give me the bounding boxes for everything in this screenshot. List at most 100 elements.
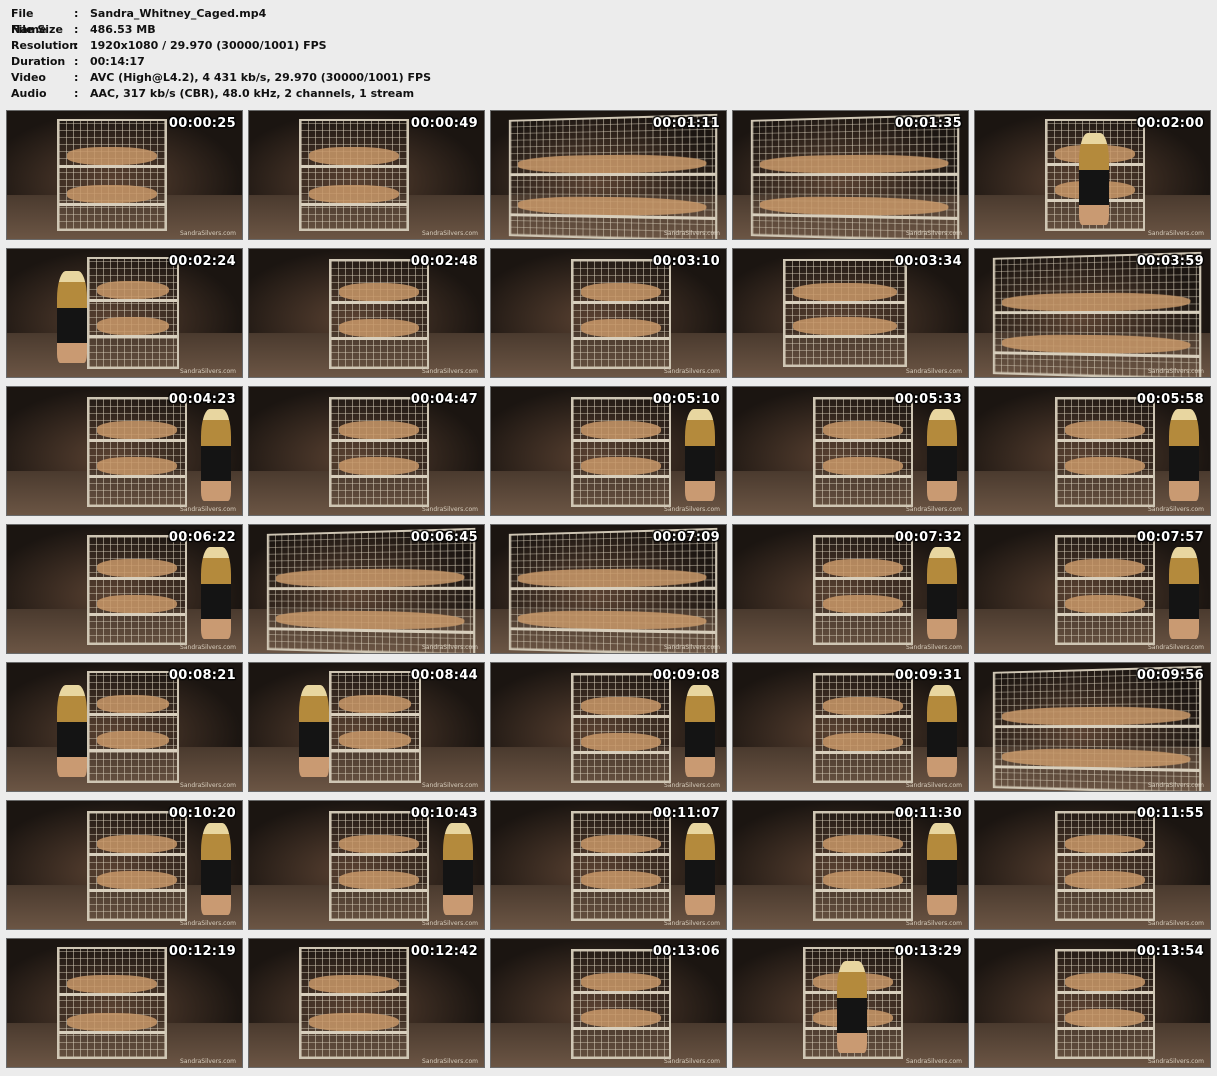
- standing-person: [685, 409, 715, 501]
- info-key: Resolution: [11, 39, 78, 52]
- watermark-text: SandraSilvers.com: [906, 506, 962, 513]
- watermark-text: SandraSilvers.com: [664, 506, 720, 513]
- info-value: 00:14:17: [90, 55, 145, 68]
- body-figure: [339, 871, 419, 889]
- video-thumbnail[interactable]: 00:02:24 SandraSilvers.com: [6, 248, 243, 378]
- video-thumbnail[interactable]: 00:08:21 SandraSilvers.com: [6, 662, 243, 792]
- cage-shelf: [268, 586, 474, 591]
- video-thumbnail[interactable]: 00:12:42 SandraSilvers.com: [248, 938, 485, 1068]
- body-figure: [97, 317, 169, 335]
- wire-cage: [783, 259, 907, 367]
- body-figure: [517, 153, 707, 174]
- video-thumbnail[interactable]: 00:10:20 SandraSilvers.com: [6, 800, 243, 930]
- video-thumbnail[interactable]: 00:01:35 SandraSilvers.com: [732, 110, 969, 240]
- video-thumbnail[interactable]: 00:11:55 SandraSilvers.com: [974, 800, 1211, 930]
- standing-person: [201, 409, 231, 501]
- video-thumbnail[interactable]: 00:09:56 SandraSilvers.com: [974, 662, 1211, 792]
- wire-cage: [508, 527, 718, 653]
- timecode-label: 00:08:44: [410, 668, 478, 683]
- standing-person: [685, 823, 715, 915]
- standing-person: [927, 409, 957, 501]
- watermark-text: SandraSilvers.com: [422, 506, 478, 513]
- body-figure: [1065, 1009, 1145, 1027]
- body-figure: [1065, 871, 1145, 889]
- watermark-text: SandraSilvers.com: [422, 230, 478, 237]
- video-thumbnail[interactable]: 00:05:33 SandraSilvers.com: [732, 386, 969, 516]
- watermark-text: SandraSilvers.com: [180, 782, 236, 789]
- wire-cage: [329, 259, 429, 369]
- watermark-text: SandraSilvers.com: [180, 1058, 236, 1065]
- body-figure: [97, 281, 169, 299]
- info-key: Duration: [11, 55, 66, 68]
- timecode-label: 00:00:25: [168, 116, 236, 131]
- info-value: AAC, 317 kb/s (CBR), 48.0 kHz, 2 channel…: [90, 87, 415, 100]
- video-thumbnail[interactable]: 00:02:00 SandraSilvers.com: [974, 110, 1211, 240]
- timecode-label: 00:09:56: [1136, 668, 1204, 683]
- video-thumbnail[interactable]: 00:01:11 SandraSilvers.com: [490, 110, 727, 240]
- watermark-text: SandraSilvers.com: [664, 1058, 720, 1065]
- info-separator: :: [74, 23, 79, 36]
- timecode-label: 00:13:06: [652, 944, 720, 959]
- cage-shelf: [815, 475, 911, 478]
- info-value: AVC (High@L4.2), 4 431 kb/s, 29.970 (300…: [90, 71, 432, 84]
- video-thumbnail[interactable]: 00:08:44 SandraSilvers.com: [248, 662, 485, 792]
- video-thumbnail[interactable]: 00:13:54 SandraSilvers.com: [974, 938, 1211, 1068]
- body-figure: [97, 835, 177, 853]
- standing-person: [299, 685, 329, 777]
- info-row: Audio: AAC, 317 kb/s (CBR), 48.0 kHz, 2 c…: [11, 86, 431, 102]
- watermark-text: SandraSilvers.com: [906, 782, 962, 789]
- cage-shelf: [815, 613, 911, 616]
- video-thumbnail[interactable]: 00:03:59 SandraSilvers.com: [974, 248, 1211, 378]
- body-figure: [823, 733, 903, 751]
- body-figure: [97, 559, 177, 577]
- timecode-label: 00:09:31: [894, 668, 962, 683]
- video-thumbnail[interactable]: 00:07:57 SandraSilvers.com: [974, 524, 1211, 654]
- video-thumbnail[interactable]: 00:04:47 SandraSilvers.com: [248, 386, 485, 516]
- video-thumbnail[interactable]: 00:11:07 SandraSilvers.com: [490, 800, 727, 930]
- wire-cage: [87, 535, 187, 645]
- wire-cage: [508, 113, 718, 239]
- timecode-label: 00:10:43: [410, 806, 478, 821]
- video-thumbnail[interactable]: 00:07:32 SandraSilvers.com: [732, 524, 969, 654]
- video-thumbnail[interactable]: 00:00:25 SandraSilvers.com: [6, 110, 243, 240]
- video-thumbnail[interactable]: 00:13:06 SandraSilvers.com: [490, 938, 727, 1068]
- wire-cage: [299, 119, 409, 231]
- video-thumbnail[interactable]: 00:10:43 SandraSilvers.com: [248, 800, 485, 930]
- video-thumbnail[interactable]: 00:09:08 SandraSilvers.com: [490, 662, 727, 792]
- video-thumbnail[interactable]: 00:06:45 SandraSilvers.com: [248, 524, 485, 654]
- video-thumbnail[interactable]: 00:06:22 SandraSilvers.com: [6, 524, 243, 654]
- body-figure: [1065, 973, 1145, 991]
- video-thumbnail[interactable]: 00:05:10 SandraSilvers.com: [490, 386, 727, 516]
- watermark-text: SandraSilvers.com: [180, 920, 236, 927]
- standing-person: [927, 823, 957, 915]
- video-thumbnail[interactable]: 00:12:19 SandraSilvers.com: [6, 938, 243, 1068]
- cage-shelf: [331, 889, 427, 892]
- cage-shelf: [331, 749, 419, 752]
- video-thumbnail[interactable]: 00:05:58 SandraSilvers.com: [974, 386, 1211, 516]
- video-thumbnail[interactable]: 00:09:31 SandraSilvers.com: [732, 662, 969, 792]
- standing-person: [685, 685, 715, 777]
- cage-shelf: [89, 749, 177, 752]
- watermark-text: SandraSilvers.com: [1148, 506, 1204, 513]
- video-thumbnail[interactable]: 00:13:29 SandraSilvers.com: [732, 938, 969, 1068]
- video-thumbnail[interactable]: 00:03:34 SandraSilvers.com: [732, 248, 969, 378]
- watermark-text: SandraSilvers.com: [180, 368, 236, 375]
- watermark-text: SandraSilvers.com: [1148, 920, 1204, 927]
- info-separator: :: [74, 87, 79, 100]
- body-figure: [823, 697, 903, 715]
- cage-shelf: [59, 993, 165, 996]
- timecode-label: 00:04:23: [168, 392, 236, 407]
- watermark-text: SandraSilvers.com: [1148, 644, 1204, 651]
- video-thumbnail[interactable]: 00:03:10 SandraSilvers.com: [490, 248, 727, 378]
- video-thumbnail[interactable]: 00:11:30 SandraSilvers.com: [732, 800, 969, 930]
- info-value: 486.53 MB: [90, 23, 156, 36]
- info-key: File Size: [11, 23, 63, 36]
- video-thumbnail[interactable]: 00:07:09 SandraSilvers.com: [490, 524, 727, 654]
- thumbnail-grid: 00:00:25 SandraSilvers.com 00:00:49 SandraS…: [6, 110, 1212, 1070]
- timecode-label: 00:01:11: [652, 116, 720, 131]
- cage-shelf: [573, 1027, 669, 1030]
- video-thumbnail[interactable]: 00:04:23 SandraSilvers.com: [6, 386, 243, 516]
- video-thumbnail[interactable]: 00:00:49 SandraSilvers.com: [248, 110, 485, 240]
- cage-shelf: [573, 475, 669, 478]
- video-thumbnail[interactable]: 00:02:48 SandraSilvers.com: [248, 248, 485, 378]
